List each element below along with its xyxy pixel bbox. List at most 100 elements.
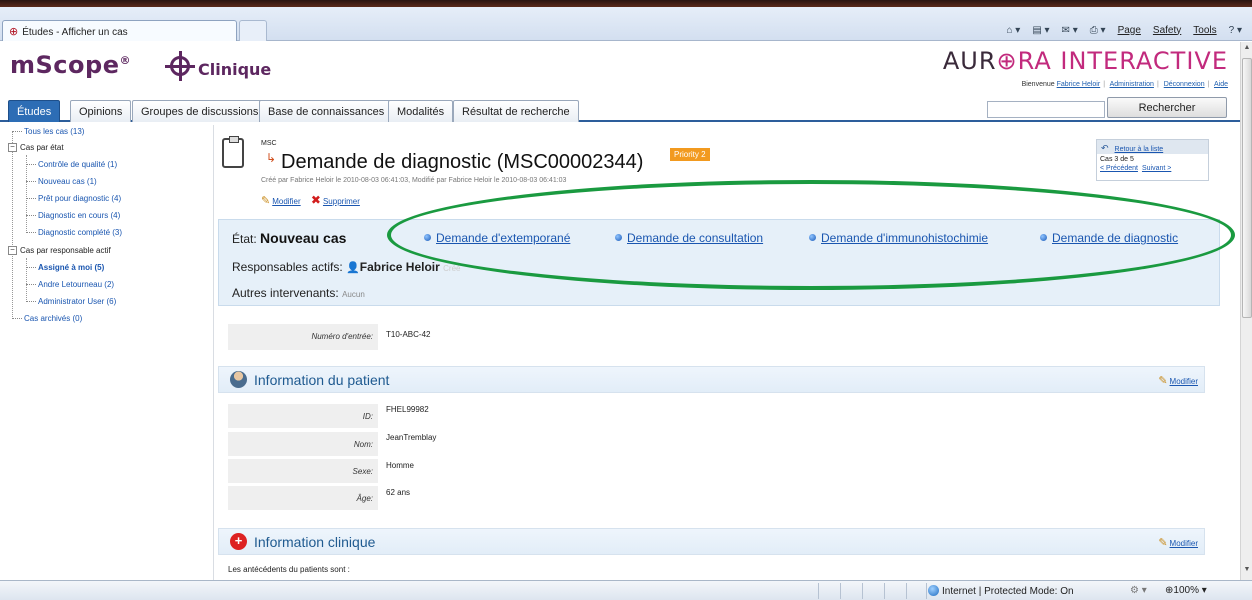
tree-item-ready-for-diagnosis[interactable]: Prêt pour diagnostic (4) bbox=[26, 194, 121, 206]
status-bar: Internet | Protected Mode: On ⚙ ▾ ⊕100% … bbox=[0, 580, 1252, 600]
help-link[interactable]: Aide bbox=[1214, 81, 1228, 88]
collapse-icon[interactable]: − bbox=[8, 143, 17, 152]
app-header: mScope® Clinique AUR⊕RA INTERACTIVE Bien… bbox=[0, 42, 1240, 97]
return-icon: ↶ bbox=[1101, 143, 1109, 153]
search-button[interactable]: Rechercher bbox=[1107, 97, 1227, 118]
modify-patient-link[interactable]: ✎ Modifier bbox=[1158, 374, 1198, 387]
delete-icon: ✖ bbox=[310, 193, 321, 207]
tree-item-assigned-to-me[interactable]: Assigné à moi (5) bbox=[26, 263, 104, 275]
tree-label: Diagnostic complété (3) bbox=[38, 228, 123, 237]
priority-badge: Priority 2 bbox=[670, 148, 710, 161]
action-label: Demande d'immunohistochimie bbox=[821, 231, 989, 245]
tree-label: Administrator User (6) bbox=[38, 297, 117, 306]
action-label: Demande d'extemporané bbox=[436, 231, 571, 245]
case-navigation: ↶ Retour à la liste Cas 3 de 5 < Précéden… bbox=[1096, 139, 1209, 181]
tab-discussion-groups[interactable]: Groupes de discussions bbox=[132, 100, 268, 122]
tree-label: Tous les cas (13) bbox=[24, 127, 85, 136]
responsibles-value: Fabrice Heloir bbox=[359, 260, 440, 274]
scroll-thumb[interactable] bbox=[1242, 58, 1252, 318]
feeds-icon[interactable]: ▤ ▾ bbox=[1032, 25, 1049, 36]
action-label: Demande de diagnostic bbox=[1052, 231, 1179, 245]
tab-knowledge-base[interactable]: Base de connaissances bbox=[259, 100, 394, 122]
status-tools-icon[interactable]: ⚙ ▾ bbox=[1130, 585, 1147, 596]
action-label: Demande de consultation bbox=[627, 231, 764, 245]
entry-number-label: Numéro d'entrée: bbox=[228, 324, 378, 350]
security-zone[interactable]: Internet | Protected Mode: On bbox=[928, 585, 1074, 597]
mscope-logo: mScope® bbox=[10, 51, 131, 79]
action-consultation-link[interactable]: Demande de consultation bbox=[615, 231, 763, 245]
crosshair-logo-icon bbox=[165, 51, 195, 81]
state-label: État: bbox=[232, 232, 257, 246]
tree-item-diagnosis-complete[interactable]: Diagnostic complété (3) bbox=[26, 228, 122, 240]
modify-label: Modifier bbox=[1169, 377, 1198, 386]
tools-menu[interactable]: Tools bbox=[1193, 25, 1216, 36]
logout-link[interactable]: Déconnexion bbox=[1164, 81, 1205, 88]
tree-item-quality-control[interactable]: Contrôle de qualité (1) bbox=[26, 160, 117, 172]
mail-icon[interactable]: ✉ ▾ bbox=[1062, 25, 1078, 36]
tree-item-all[interactable]: Tous les cas (13) bbox=[12, 127, 84, 139]
admin-link[interactable]: Administration bbox=[1110, 81, 1154, 88]
other-participants-label: Autres intervenants: bbox=[232, 286, 339, 300]
subcase-arrow-icon: ↳ bbox=[266, 151, 277, 165]
patient-icon bbox=[230, 371, 247, 388]
zoom-control[interactable]: ⊕100% ▾ bbox=[1165, 585, 1207, 596]
tree-item-new-case[interactable]: Nouveau cas (1) bbox=[26, 177, 97, 189]
search-input[interactable] bbox=[987, 101, 1105, 118]
vertical-scrollbar[interactable]: ▲ ▼ bbox=[1240, 42, 1252, 580]
browser-tab[interactable]: ⊕ Études - Afficher un cas bbox=[2, 20, 237, 41]
page-title: Demande de diagnostic (MSC00002344) bbox=[281, 151, 644, 173]
print-icon[interactable]: ⎙ ▾ bbox=[1090, 25, 1106, 36]
tree-group-by-state[interactable]: Cas par état bbox=[20, 143, 64, 155]
action-extemporane-link[interactable]: Demande d'extemporané bbox=[424, 231, 570, 245]
tree-group-by-owner[interactable]: Cas par responsable actif bbox=[20, 246, 111, 258]
responsibles-extra: Créé bbox=[443, 264, 461, 273]
tree-item-archived[interactable]: Cas archivés (0) bbox=[12, 314, 82, 326]
modify-clinic-link[interactable]: ✎ Modifier bbox=[1158, 536, 1198, 549]
state-panel: État: Nouveau cas Demande d'extemporané … bbox=[218, 219, 1220, 306]
home-icon[interactable]: ⌂ ▾ bbox=[1006, 25, 1020, 36]
patient-section-title: Information du patient bbox=[254, 372, 390, 388]
brand-part-b: RA INTERACTIVE bbox=[1017, 47, 1228, 75]
patient-age-label: Âge: bbox=[228, 486, 378, 510]
browser-tab-bar: ⊕ Études - Afficher un cas ⌂ ▾ ▤ ▾ ✉ ▾ ⎙ … bbox=[0, 7, 1252, 41]
tab-modalites[interactable]: Modalités bbox=[388, 100, 454, 122]
browser-command-bar: ⌂ ▾ ▤ ▾ ✉ ▾ ⎙ ▾ Page Safety Tools ? ▾ bbox=[1006, 21, 1242, 39]
clinic-section-title: Information clinique bbox=[254, 534, 376, 550]
page-menu[interactable]: Page bbox=[1118, 25, 1141, 36]
responsibles-label: Responsables actifs: bbox=[232, 260, 343, 274]
modify-label: Modifier bbox=[1169, 539, 1198, 548]
collapse-icon[interactable]: − bbox=[8, 246, 17, 255]
clinic-section-header: + Information clinique ✎ Modifier bbox=[218, 528, 1205, 555]
logo-name: mScope bbox=[10, 51, 120, 79]
site-favicon-icon: ⊕ bbox=[9, 26, 19, 38]
scroll-up-icon[interactable]: ▲ bbox=[1242, 44, 1252, 56]
user-link[interactable]: Fabrice Heloir bbox=[1057, 81, 1101, 88]
tree-item-diagnosis-in-progress[interactable]: Diagnostic en cours (4) bbox=[26, 211, 120, 223]
previous-link[interactable]: < Précédent bbox=[1100, 165, 1138, 172]
help-icon[interactable]: ? ▾ bbox=[1229, 25, 1242, 36]
scroll-down-icon[interactable]: ▼ bbox=[1242, 566, 1252, 578]
tree-label: Prêt pour diagnostic (4) bbox=[38, 194, 122, 203]
tree-item-administrator-user[interactable]: Administrator User (6) bbox=[26, 297, 116, 309]
other-participants-value: Aucun bbox=[342, 290, 365, 299]
tab-etudes[interactable]: Études bbox=[8, 100, 61, 122]
safety-menu[interactable]: Safety bbox=[1153, 25, 1181, 36]
patient-name-value: JeanTremblay bbox=[386, 433, 437, 442]
next-link[interactable]: Suivant > bbox=[1142, 165, 1171, 172]
bullet-icon bbox=[615, 234, 622, 241]
pencil-icon: ✎ bbox=[1158, 375, 1168, 387]
back-to-list-link[interactable]: Retour à la liste bbox=[1115, 146, 1164, 153]
clipboard-icon bbox=[222, 136, 244, 168]
modify-case-link[interactable]: Modifier bbox=[272, 197, 300, 206]
tree-label: Nouveau cas (1) bbox=[38, 177, 97, 186]
tree-label: Assigné à moi (5) bbox=[38, 263, 105, 272]
new-tab-button[interactable] bbox=[239, 20, 267, 41]
tree-item-andre-letourneau[interactable]: Andre Letourneau (2) bbox=[26, 280, 114, 292]
delete-case-link[interactable]: Supprimer bbox=[323, 197, 360, 206]
tab-search-results[interactable]: Résultat de recherche bbox=[453, 100, 579, 122]
case-meta: Créé par Fabrice Heloir le 2010-08-03 06… bbox=[261, 177, 567, 184]
action-diagnostic-link[interactable]: Demande de diagnostic bbox=[1040, 231, 1178, 245]
logo-registered-mark: ® bbox=[119, 54, 131, 67]
action-immunohistochimie-link[interactable]: Demande d'immunohistochimie bbox=[809, 231, 988, 245]
tab-opinions[interactable]: Opinions bbox=[70, 100, 132, 122]
